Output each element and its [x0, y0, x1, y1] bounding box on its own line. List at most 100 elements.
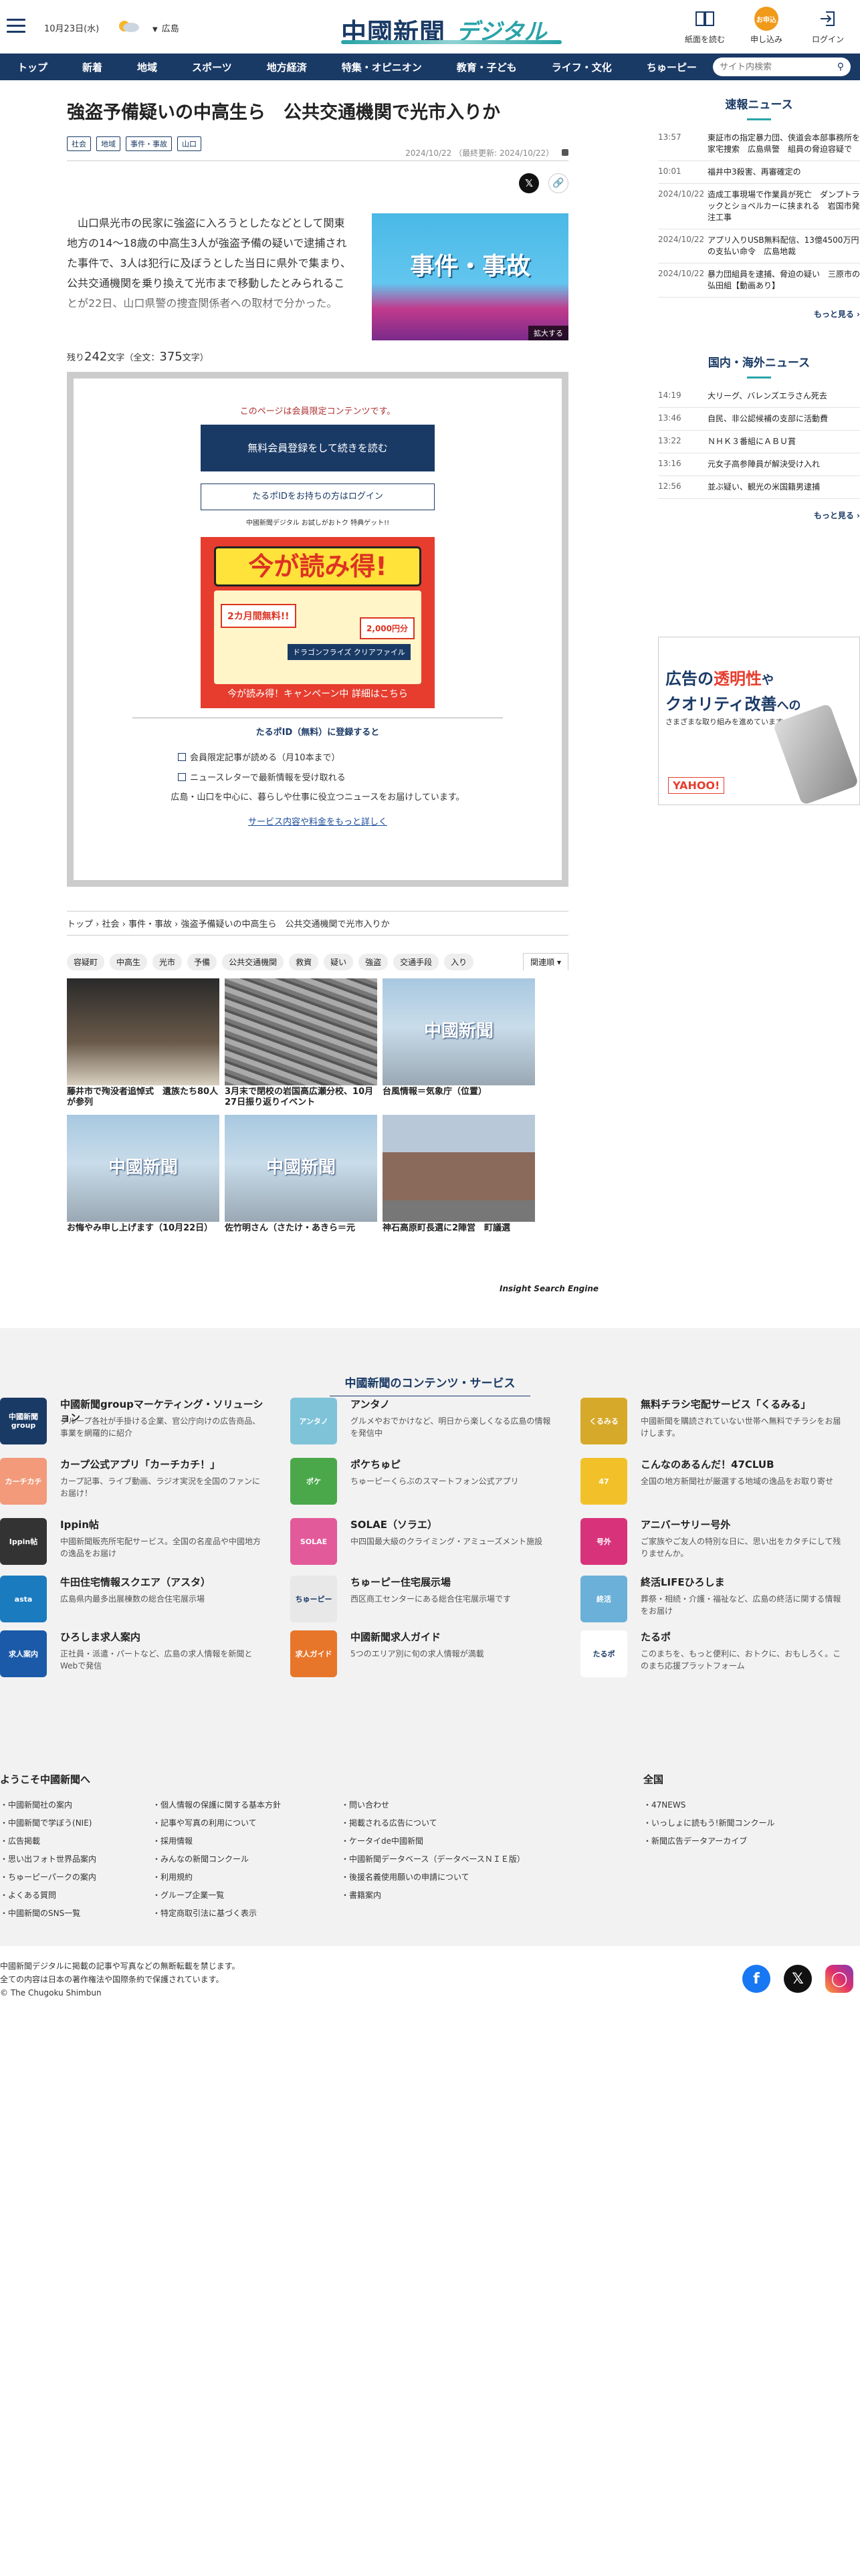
tarupo-login-button[interactable]: たるポIDをお持ちの方はログイン [201, 484, 435, 510]
keyword-chip[interactable]: 交通手段 [393, 953, 439, 970]
news-item[interactable]: 10:01 福井中3殺害、再審確定の [658, 161, 860, 184]
ad-text: 透明性 [714, 669, 762, 688]
tag-yamaguchi[interactable]: 山口 [177, 136, 201, 151]
news-item[interactable]: 13:46 自民、非公認候補の支部に活動費 [658, 408, 860, 431]
keyword-chip[interactable]: 入り [444, 953, 474, 970]
x-share-icon[interactable]: 𝕏 [519, 173, 539, 193]
nav-item-economy[interactable]: 地方経済 [249, 60, 324, 74]
service-details-link[interactable]: サービス内容や料金をもっと詳しく [248, 815, 387, 827]
footer-link[interactable]: 中國新聞データベース（データベースＮＩＥ版） [341, 1850, 525, 1868]
news-item[interactable]: 2024/10/22 アプリ入りUSB無料配信、13億4500万円の支払い命令 広… [658, 229, 860, 263]
footer-link[interactable]: 記事や写真の利用について [152, 1814, 281, 1832]
keyword-chip[interactable]: 中高生 [110, 953, 148, 970]
footer-link[interactable]: 中國新聞のSNS一覧 [0, 1905, 96, 1923]
banner-gift-badge: ドラゴンフライズ クリアファイル [288, 644, 411, 660]
sidebar-ad[interactable]: 広告の透明性や クオリティ改善への さまざまな取り組みを進めています。 YAHO… [658, 637, 860, 805]
related-card[interactable]: 神石高原町長選に2陣営 町議選 [383, 1115, 535, 1245]
news-item[interactable]: 12:56 並ぶ疑い、観光の米国籍男逮捕 [658, 476, 860, 499]
campaign-banner[interactable]: 中國新聞デジタル お試しがおトク 特典ゲット!! 今が読み得! 2カ月間無料!!… [201, 517, 435, 708]
footer-link[interactable]: みんなの新聞コンクール [152, 1850, 281, 1868]
footer-link[interactable]: 47NEWS [643, 1796, 774, 1814]
keyword-chip[interactable]: 強盗 [358, 953, 389, 970]
ad-text: への [776, 699, 801, 713]
instagram-icon[interactable]: ◯ [825, 1965, 853, 1993]
search-input[interactable] [720, 62, 827, 72]
site-search: ⚲ [713, 58, 851, 76]
read-paper-button[interactable]: 紙面を読む [683, 7, 726, 45]
footer-link[interactable]: 掲載される広告について [341, 1814, 525, 1832]
footer-link[interactable]: 後援名義使用願いの申請について [341, 1868, 525, 1887]
keyword-chip[interactable]: 疑い [324, 953, 354, 970]
related-card[interactable]: 中國新聞 台風情報＝気象庁（位置） [383, 978, 535, 1108]
footer-link[interactable]: 広告掲載 [0, 1832, 96, 1850]
breadcrumb-society[interactable]: 社会 [102, 920, 119, 930]
footer-link[interactable]: 利用規約 [152, 1868, 281, 1887]
link-copy-icon[interactable]: 🔗 [548, 173, 568, 193]
search-icon[interactable]: ⚲ [837, 62, 844, 72]
news-item[interactable]: 13:22 ＮＨＫ３番組にＡＢＵ賞 [658, 431, 860, 453]
related-card[interactable]: 藤井市で殉没者追悼式 遺族たち80人が参列 [67, 978, 219, 1108]
footer-link[interactable]: 個人情報の保護に関する基本方針 [152, 1796, 281, 1814]
news-item[interactable]: 2024/10/22 造成工事現場で作業員が死亡 ダンプトラックとショベルカーに挟… [658, 184, 860, 229]
footer-link[interactable]: ちゅーピーパークの案内 [0, 1868, 96, 1887]
sort-select[interactable]: 関連順 ▾ [523, 953, 568, 970]
news-headline: 大リーグ、バレンズエラさん死去 [708, 391, 827, 401]
breaking-more-link[interactable]: もっと見る › [658, 308, 860, 320]
register-button[interactable]: 無料会員登録をして続きを読む [201, 425, 435, 471]
news-item[interactable]: 14:19 大リーグ、バレンズエラさん死去 [658, 385, 860, 408]
nav-item-new[interactable]: 新着 [65, 60, 120, 74]
tag-incident[interactable]: 事件・事故 [126, 136, 172, 151]
related-card[interactable]: 中國新聞 お悔やみ申し上げます（10月22日） [67, 1115, 219, 1245]
nav-item-region[interactable]: 地域 [120, 60, 175, 74]
keyword-chip[interactable]: 光市 [152, 953, 183, 970]
service-name: たるポ [641, 1631, 671, 1643]
keyword-chip[interactable]: 容疑町 [67, 953, 105, 970]
site-logo[interactable]: 中國新聞 デジタル [341, 7, 562, 47]
footer-link[interactable]: 採用情報 [152, 1832, 281, 1850]
copyright-line: © The Chugoku Shimbun [0, 1988, 102, 1998]
menu-icon[interactable] [7, 19, 25, 33]
footer-link[interactable]: 問い合わせ [341, 1796, 525, 1814]
footer-link[interactable]: 書籍案内 [341, 1887, 525, 1905]
footer-link[interactable]: 新聞広告データアーカイブ [643, 1832, 774, 1850]
nav-item-life[interactable]: ライフ・文化 [534, 60, 629, 74]
nav-item-education[interactable]: 教育・子ども [439, 60, 534, 74]
related-card[interactable]: 3月末で閉校の岩国高広瀬分校、10月27日振り返りイベント [225, 978, 377, 1108]
tag-region[interactable]: 地域 [96, 136, 120, 151]
service-desc: グループ各社が手掛ける企業、官公庁向けの広告商品、事業を網羅的に紹介 [60, 1416, 261, 1438]
news-item[interactable]: 13:16 元女子高参陣員が解決受け入れ [658, 453, 860, 476]
footer-link[interactable]: グループ企業一覧 [152, 1887, 281, 1905]
footer-link[interactable]: 思い出フォト世界品案内 [0, 1850, 96, 1868]
footer-link[interactable]: 中國新聞で学ぼう(NIE) [0, 1814, 96, 1832]
x-icon[interactable]: 𝕏 [784, 1965, 812, 1993]
nav-item-top[interactable]: トップ [0, 60, 65, 74]
world-more-link[interactable]: もっと見る › [658, 510, 860, 521]
related-card[interactable]: 中國新聞 佐竹明さん（さたけ・あきら＝元 [225, 1115, 377, 1245]
footer-link[interactable]: いっしょに読もう!新聞コンクール [643, 1814, 774, 1832]
footer-link[interactable]: よくある質問 [0, 1887, 96, 1905]
footer-link[interactable]: ケータイde中國新聞 [341, 1832, 525, 1850]
region-selector[interactable]: 広島 [152, 21, 179, 34]
check-icon [178, 753, 186, 761]
article-image[interactable]: 事件・事故 拡大する [372, 213, 568, 340]
keyword-chip[interactable]: 予備 [187, 953, 217, 970]
news-item[interactable]: 13:57 東証市の指定暴力団、侠道会本部事務所を家宅捜索 広島県警 組員の脅迫容… [658, 127, 860, 161]
breadcrumb-incident[interactable]: 事件・事故 [128, 920, 172, 930]
service-name: 終活LIFEひろしま [641, 1576, 725, 1588]
breadcrumb-top[interactable]: トップ [67, 920, 93, 930]
login-button[interactable]: ログイン [807, 7, 849, 45]
footer-link[interactable]: 特定商取引法に基づく表示 [152, 1905, 281, 1923]
nav-item-opinion[interactable]: 特集・オピニオン [324, 60, 439, 74]
apply-button[interactable]: お申込 申し込み [745, 7, 788, 45]
news-time: 13:46 [658, 413, 681, 423]
footer-col-national: 47NEWS いっしょに読もう!新聞コンクール 新聞広告データアーカイブ [643, 1796, 774, 1850]
nav-item-sports[interactable]: スポーツ [175, 60, 249, 74]
facebook-icon[interactable]: f [742, 1965, 770, 1993]
tag-society[interactable]: 社会 [67, 136, 91, 151]
keyword-chip[interactable]: 公共交通機関 [222, 953, 284, 970]
news-item[interactable]: 2024/10/22 暴力団組員を逮捕、脅迫の疑い 三原市の弘田組【動画あり】 [658, 263, 860, 298]
nav-item-chupea[interactable]: ちゅーピー [629, 60, 714, 74]
expand-image-button[interactable]: 拡大する [528, 326, 568, 340]
footer-link[interactable]: 中國新聞社の案内 [0, 1796, 96, 1814]
keyword-chip[interactable]: 救資 [289, 953, 319, 970]
